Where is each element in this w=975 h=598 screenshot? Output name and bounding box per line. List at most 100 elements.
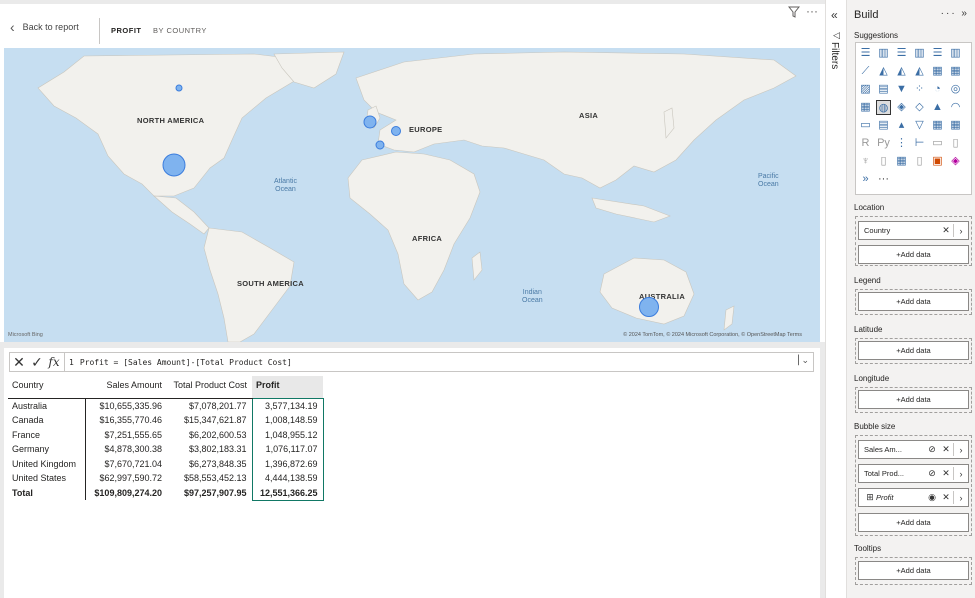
add-data-location-button[interactable]: +Add data xyxy=(858,245,969,264)
get-more-visuals-icon[interactable]: ··· xyxy=(876,172,891,187)
100-column-chart-icon[interactable]: ▥ xyxy=(948,46,963,61)
commit-formula-icon[interactable]: ✓ xyxy=(28,354,46,371)
table-row[interactable]: Canada $16,355,770.46 $15,347,621.87 1,0… xyxy=(8,413,324,428)
bubble-united-kingdom[interactable] xyxy=(363,115,377,129)
key-influencers-icon[interactable]: ⋮ xyxy=(894,136,909,151)
world-map[interactable]: NORTH AMERICA EUROPE ASIA AFRICA SOUTH A… xyxy=(4,48,820,342)
100-area-chart-icon[interactable]: ◭ xyxy=(912,64,927,79)
cancel-formula-icon[interactable]: ✕ xyxy=(10,354,28,371)
map-copyright[interactable]: © 2024 TomTom, © 2024 Microsoft Corporat… xyxy=(623,332,802,338)
filled-map-icon[interactable]: ◈ xyxy=(894,100,909,115)
map-visual[interactable]: ‹ Back to report PROFIT BY COUNTRY ··· N… xyxy=(0,4,825,342)
filter-icon[interactable] xyxy=(787,6,801,21)
paginated-report-icon[interactable]: ▯ xyxy=(876,154,891,169)
remove-field-icon[interactable]: ✕ xyxy=(939,492,953,503)
area-chart-icon[interactable]: ◭ xyxy=(876,64,891,79)
bubble-field-chip-cost[interactable]: Total Prod... ⊘ ✕ › xyxy=(858,464,969,483)
clustered-bar-chart-icon[interactable]: ☰ xyxy=(894,46,909,61)
header-country[interactable]: Country xyxy=(8,376,85,399)
funnel-chart-icon[interactable]: ▼ xyxy=(894,82,909,97)
expand-filters-icon[interactable]: « xyxy=(831,8,838,22)
bubble-france[interactable] xyxy=(375,140,385,150)
line-column-chart-icon[interactable]: ▦ xyxy=(930,64,945,79)
table-row[interactable]: United States $62,997,590.72 $58,553,452… xyxy=(8,471,324,486)
more-options-icon[interactable]: ··· xyxy=(806,4,818,18)
clustered-column-chart-icon[interactable]: ▥ xyxy=(912,46,927,61)
matrix-visual[interactable]: ✕ ✓ fx 1 Profit = [Sales Amount] - [Tota… xyxy=(4,348,820,598)
back-to-report-button[interactable]: ‹ Back to report xyxy=(10,20,79,34)
header-profit[interactable]: Profit xyxy=(252,376,323,399)
power-apps-icon[interactable]: ▯ xyxy=(912,154,927,169)
cell-profit[interactable]: 1,048,955.12 xyxy=(251,427,324,442)
total-row[interactable]: Total $109,809,274.20 $97,257,907.95 12,… xyxy=(8,485,324,501)
chevron-right-icon[interactable]: › xyxy=(954,226,968,236)
tab-profit[interactable]: PROFIT xyxy=(111,26,142,35)
bubble-canada[interactable] xyxy=(175,84,183,92)
cell-total-profit[interactable]: 12,551,366.25 xyxy=(251,485,324,501)
donut-chart-icon[interactable]: ◎ xyxy=(948,82,963,97)
pie-chart-icon[interactable]: ◔ xyxy=(930,82,945,97)
add-data-tooltips-button[interactable]: +Add data xyxy=(858,561,969,580)
power-automate-icon[interactable]: ▣ xyxy=(930,154,945,169)
remove-field-icon[interactable]: ✕ xyxy=(939,444,953,455)
line-chart-icon[interactable]: ⟋ xyxy=(858,64,873,79)
slicer-icon[interactable]: ▽ xyxy=(912,118,927,133)
treemap-icon[interactable]: ▦ xyxy=(858,100,873,115)
bubble-field-chip-profit[interactable]: ⊞ Profit ◉ ✕ › xyxy=(858,488,969,507)
legend-well[interactable]: +Add data xyxy=(855,289,972,315)
cell-profit[interactable]: 1,076,117.07 xyxy=(251,442,324,457)
formula-bar[interactable]: ✕ ✓ fx 1 Profit = [Sales Amount] - [Tota… xyxy=(9,352,814,372)
tab-by-country[interactable]: BY COUNTRY xyxy=(153,26,207,35)
bubble-united-states[interactable] xyxy=(162,153,186,177)
table-row[interactable]: Australia $10,655,335.96 $7,078,201.77 3… xyxy=(8,398,324,413)
chevron-right-icon[interactable]: › xyxy=(954,445,968,455)
header-total-product-cost[interactable]: Total Product Cost xyxy=(167,376,252,399)
100-bar-chart-icon[interactable]: ☰ xyxy=(930,46,945,61)
expand-formula-icon[interactable]: ▕ ⌄ xyxy=(792,355,809,366)
table-icon[interactable]: ▦ xyxy=(930,118,945,133)
scatter-chart-icon[interactable]: ⁘ xyxy=(912,82,927,97)
table-row[interactable]: United Kingdom $7,670,721.04 $6,273,848.… xyxy=(8,456,324,471)
decomposition-tree-icon[interactable]: ⊢ xyxy=(912,136,927,151)
latitude-well[interactable]: +Add data xyxy=(855,338,972,364)
tooltips-well[interactable]: +Add data xyxy=(855,557,972,585)
stacked-area-chart-icon[interactable]: ◭ xyxy=(894,64,909,79)
formula-prefix[interactable]: Profit = xyxy=(80,358,123,367)
cell-profit[interactable]: 1,008,148.59 xyxy=(251,413,324,428)
location-field-chip[interactable]: Country ✕ › xyxy=(858,221,969,240)
add-data-bubble-button[interactable]: +Add data xyxy=(858,513,969,532)
narrative-icon[interactable]: ▯ xyxy=(948,136,963,151)
metrics-icon[interactable]: ▦ xyxy=(894,154,909,169)
add-data-longitude-button[interactable]: +Add data xyxy=(858,390,969,409)
bubble-australia[interactable] xyxy=(639,297,659,317)
add-data-latitude-button[interactable]: +Add data xyxy=(858,341,969,360)
bubble-germany[interactable] xyxy=(391,126,401,136)
bubble-size-well[interactable]: Sales Am... ⊘ ✕ › Total Prod... ⊘ ✕ › ⊞ … xyxy=(855,435,972,536)
multi-row-card-icon[interactable]: ▤ xyxy=(876,118,891,133)
trophy-icon[interactable]: ♆ xyxy=(858,154,873,169)
custom-visual-icon[interactable]: ◈ xyxy=(948,154,963,169)
map-icon[interactable]: ◍ xyxy=(876,100,891,115)
ribbon-chart-icon[interactable]: ▨ xyxy=(858,82,873,97)
r-script-icon[interactable]: R xyxy=(858,136,873,151)
formula-ref-cost[interactable]: [Total Product Cost] xyxy=(195,358,291,367)
add-data-legend-button[interactable]: +Add data xyxy=(858,292,969,311)
cell-profit[interactable]: 3,577,134.19 xyxy=(251,398,324,413)
table-row[interactable]: France $7,251,555.65 $6,202,600.53 1,048… xyxy=(8,427,324,442)
cell-profit[interactable]: 4,444,138.59 xyxy=(251,471,324,486)
formula-ref-sales[interactable]: [Sales Amount] xyxy=(123,358,190,367)
stacked-bar-chart-icon[interactable]: ☰ xyxy=(858,46,873,61)
filters-pane-collapsed[interactable]: « ◁ Filters xyxy=(825,0,847,598)
kpi-icon[interactable]: ▴ xyxy=(894,118,909,133)
function-icon[interactable]: fx xyxy=(46,355,62,369)
chevron-right-icon[interactable]: › xyxy=(954,469,968,479)
qa-icon[interactable]: ▭ xyxy=(930,136,945,151)
build-options-icon[interactable]: ··· » xyxy=(941,8,969,19)
line-stacked-column-chart-icon[interactable]: ▦ xyxy=(948,64,963,79)
gauge-icon[interactable]: ◠ xyxy=(948,100,963,115)
remove-field-icon[interactable]: ✕ xyxy=(939,468,953,479)
longitude-well[interactable]: +Add data xyxy=(855,387,972,413)
location-well[interactable]: Country ✕ › +Add data xyxy=(855,216,972,266)
eye-off-icon[interactable]: ⊘ xyxy=(925,468,939,479)
azure-map-icon[interactable]: ▲ xyxy=(930,100,945,115)
